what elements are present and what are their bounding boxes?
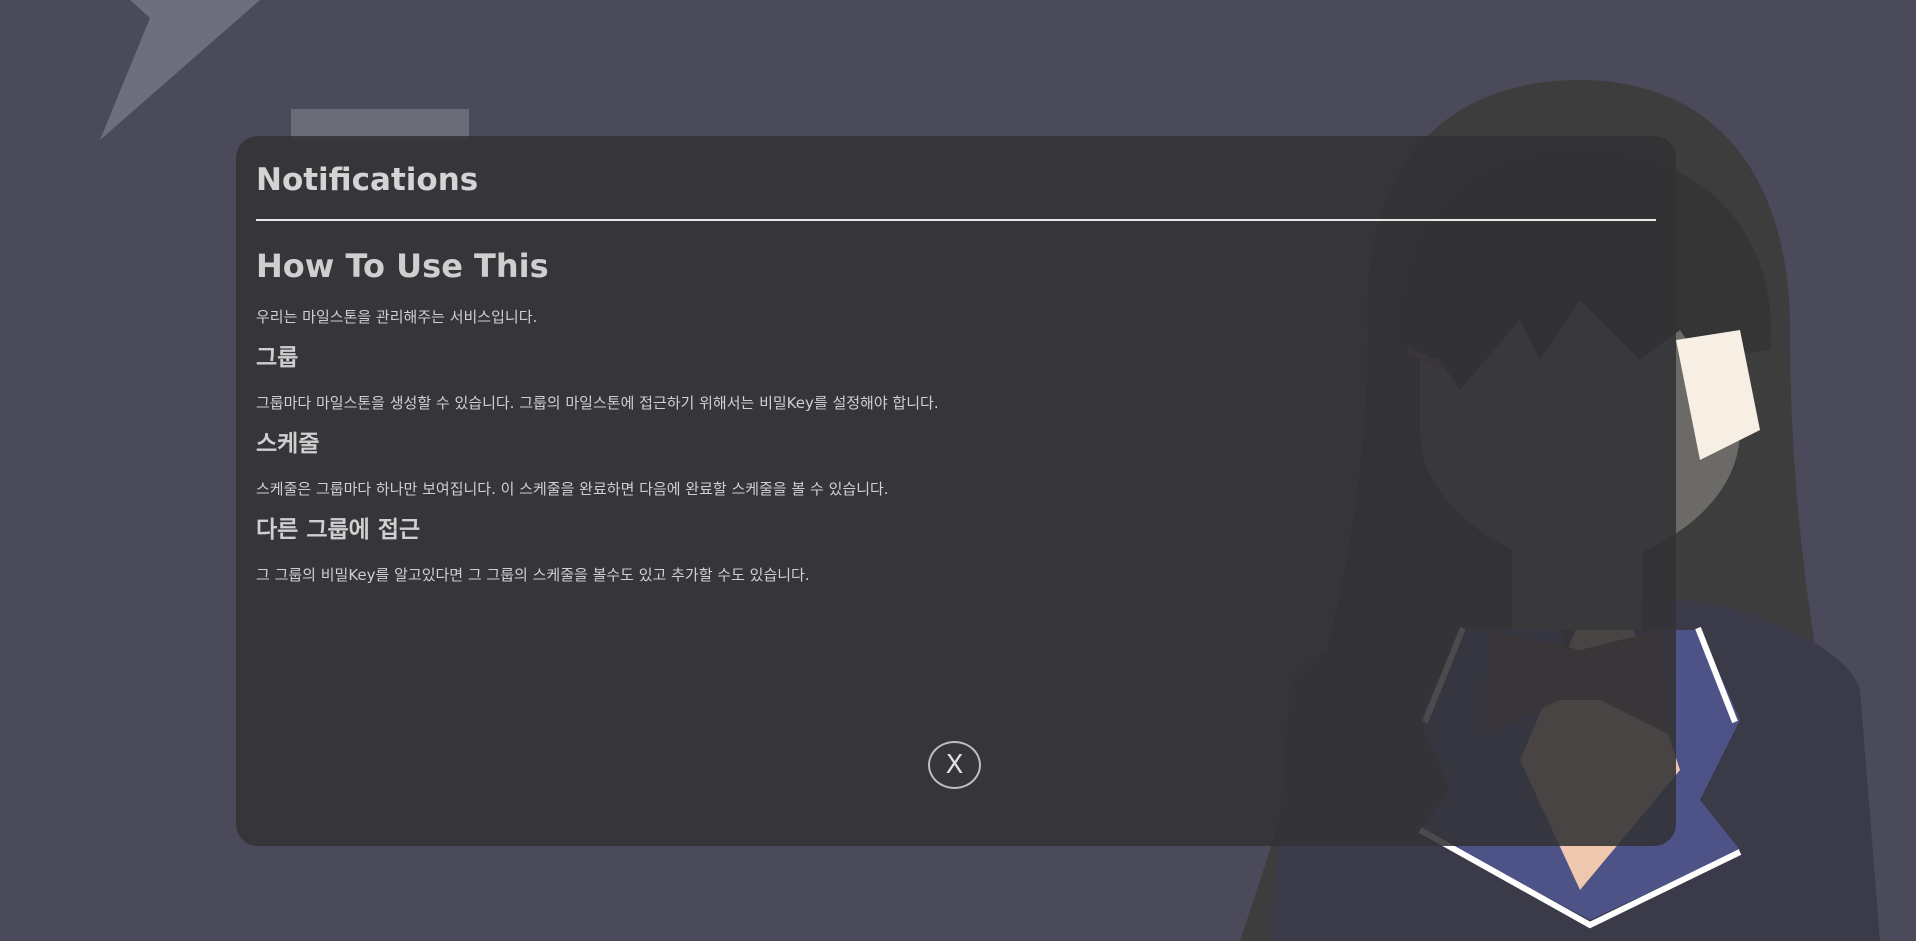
section-title-schedule: 스케줄 (256, 431, 320, 457)
modal-title: Notifications (256, 162, 479, 198)
section-title-group: 그룹 (256, 345, 299, 371)
modal-content: How To Use This 우리는 마일스톤을 관리해주는 서비스입니다. … (256, 221, 1656, 585)
how-to-use-heading: How To Use This (256, 247, 549, 285)
section-body-group: 그룹마다 마일스톤을 생성할 수 있습니다. 그룹의 마일스톤에 접근하기 위해… (256, 394, 939, 412)
close-button[interactable]: X (928, 741, 981, 789)
intro-text: 우리는 마일스톤을 관리해주는 서비스입니다. (256, 308, 538, 326)
section-body-other-group: 그 그룹의 비밀Key를 알고있다면 그 그룹의 스케줄을 볼수도 있고 추가할… (256, 566, 810, 584)
notifications-modal: Notifications How To Use This 우리는 마일스톤을 … (236, 136, 1676, 846)
top-left-shape (100, 0, 260, 140)
section-title-other-group: 다른 그룹에 접근 (256, 517, 421, 543)
app-root: Notifications How To Use This 우리는 마일스톤을 … (0, 0, 1916, 941)
section-body-schedule: 스케줄은 그룹마다 하나만 보여집니다. 이 스케줄을 완료하면 다음에 완료할… (256, 480, 889, 498)
